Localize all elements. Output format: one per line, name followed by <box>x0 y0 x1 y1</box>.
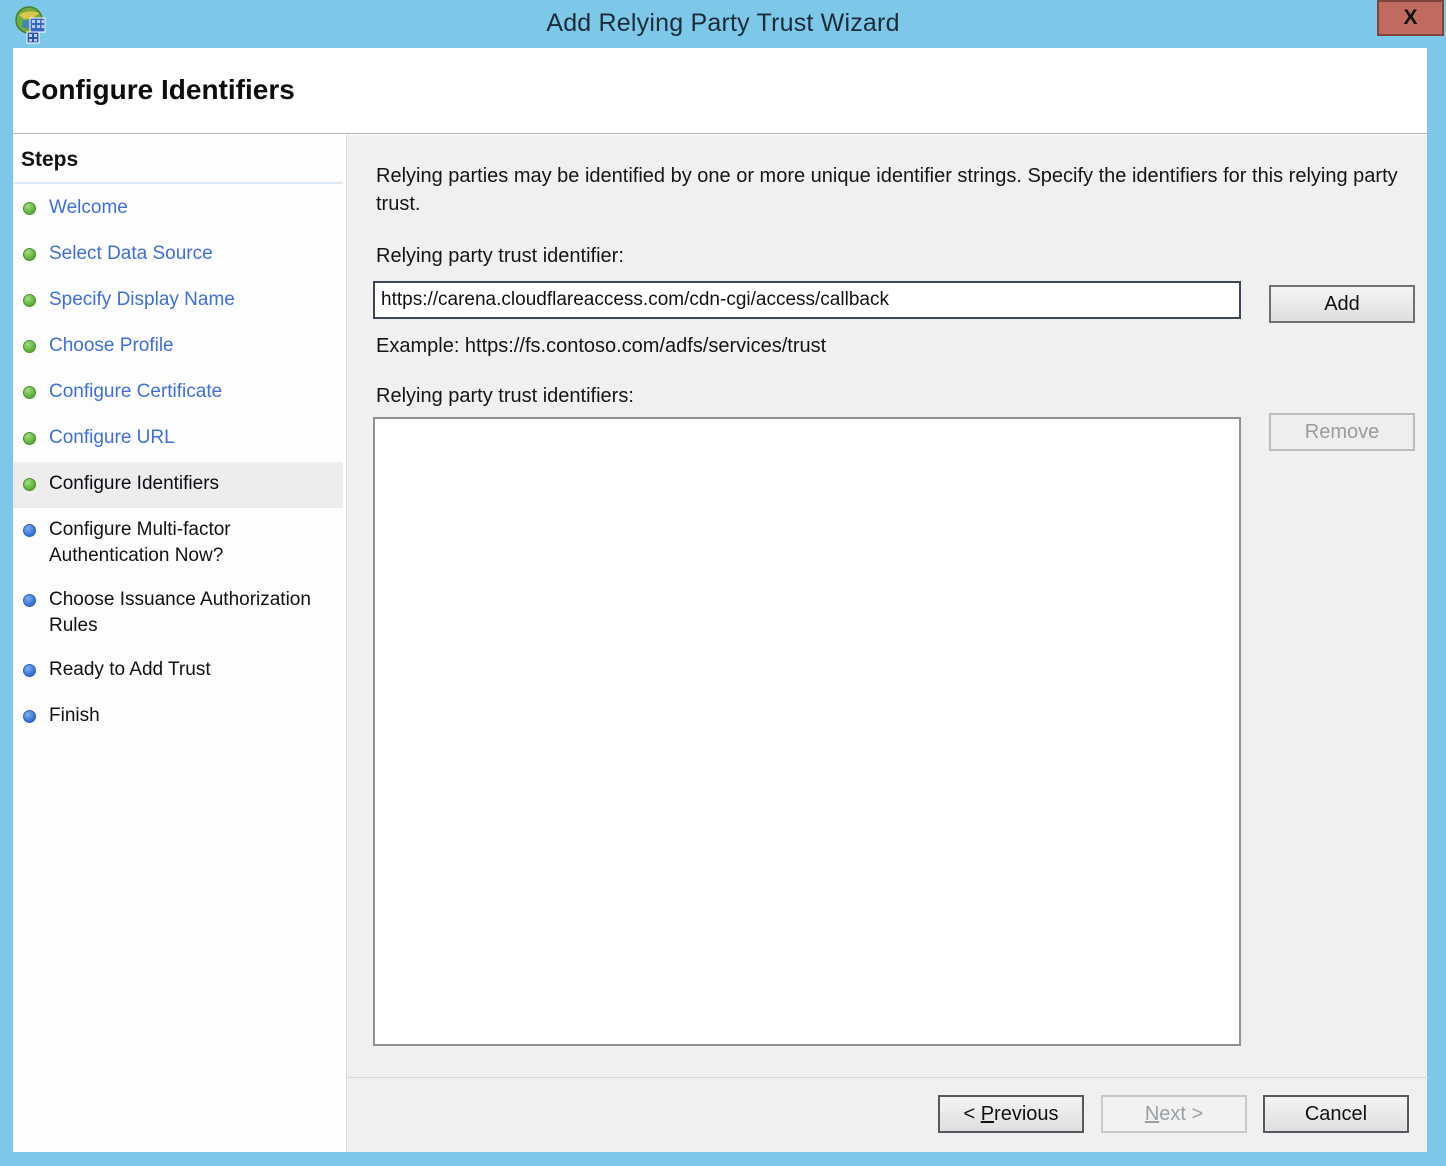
previous-button[interactable]: < Previous <box>938 1095 1084 1133</box>
step-done-bullet-icon <box>23 248 36 261</box>
main-panel: Relying parties may be identified by one… <box>346 135 1427 1152</box>
step-ready-to-add-trust[interactable]: Ready to Add Trust <box>13 648 343 694</box>
page-title: Configure Identifiers <box>21 74 295 106</box>
step-configure-mfa[interactable]: Configure Multi-factor Authentication No… <box>13 508 343 578</box>
dialog-surface: Configure Identifiers Steps Welcome Sele… <box>13 48 1427 1152</box>
intro-text: Relying parties may be identified by one… <box>376 162 1400 218</box>
steps-sidebar: Steps Welcome Select Data Source Specify… <box>13 135 343 1152</box>
step-done-bullet-icon <box>23 478 36 491</box>
step-choose-profile[interactable]: Choose Profile <box>13 324 343 370</box>
step-done-bullet-icon <box>23 202 36 215</box>
remove-button[interactable]: Remove <box>1269 413 1415 451</box>
identifier-label: Relying party trust identifier: <box>376 245 624 268</box>
identifier-input[interactable] <box>373 281 1241 319</box>
step-done-bullet-icon <box>23 386 36 399</box>
example-text: Example: https://fs.contoso.com/adfs/ser… <box>376 335 826 358</box>
cancel-button[interactable]: Cancel <box>1263 1095 1409 1133</box>
step-pending-bullet-icon <box>23 710 36 723</box>
step-configure-identifiers-current[interactable]: Configure Identifiers <box>13 462 343 508</box>
step-pending-bullet-icon <box>23 594 36 607</box>
step-configure-url[interactable]: Configure URL <box>13 416 343 462</box>
step-finish[interactable]: Finish <box>13 694 343 740</box>
step-select-data-source[interactable]: Select Data Source <box>13 232 343 278</box>
steps-separator <box>13 182 343 184</box>
page-header: Configure Identifiers <box>13 48 1427 134</box>
wizard-window: Add Relying Party Trust Wizard X Configu… <box>0 0 1446 1166</box>
steps-list: Welcome Select Data Source Specify Displ… <box>13 186 343 740</box>
step-pending-bullet-icon <box>23 664 36 677</box>
next-button[interactable]: Next > <box>1101 1095 1247 1133</box>
titlebar: Add Relying Party Trust Wizard X <box>0 0 1446 48</box>
step-welcome[interactable]: Welcome <box>13 186 343 232</box>
identifiers-listbox[interactable] <box>373 417 1241 1046</box>
step-done-bullet-icon <box>23 294 36 307</box>
step-done-bullet-icon <box>23 340 36 353</box>
step-choose-issuance-rules[interactable]: Choose Issuance Authorization Rules <box>13 578 343 648</box>
close-button[interactable]: X <box>1377 0 1444 36</box>
step-done-bullet-icon <box>23 432 36 445</box>
window-title: Add Relying Party Trust Wizard <box>0 9 1446 38</box>
steps-header: Steps <box>21 148 78 172</box>
step-configure-certificate[interactable]: Configure Certificate <box>13 370 343 416</box>
step-specify-display-name[interactable]: Specify Display Name <box>13 278 343 324</box>
footer-separator <box>347 1077 1428 1078</box>
add-button[interactable]: Add <box>1269 285 1415 323</box>
identifiers-list-label: Relying party trust identifiers: <box>376 385 634 408</box>
step-pending-bullet-icon <box>23 524 36 537</box>
